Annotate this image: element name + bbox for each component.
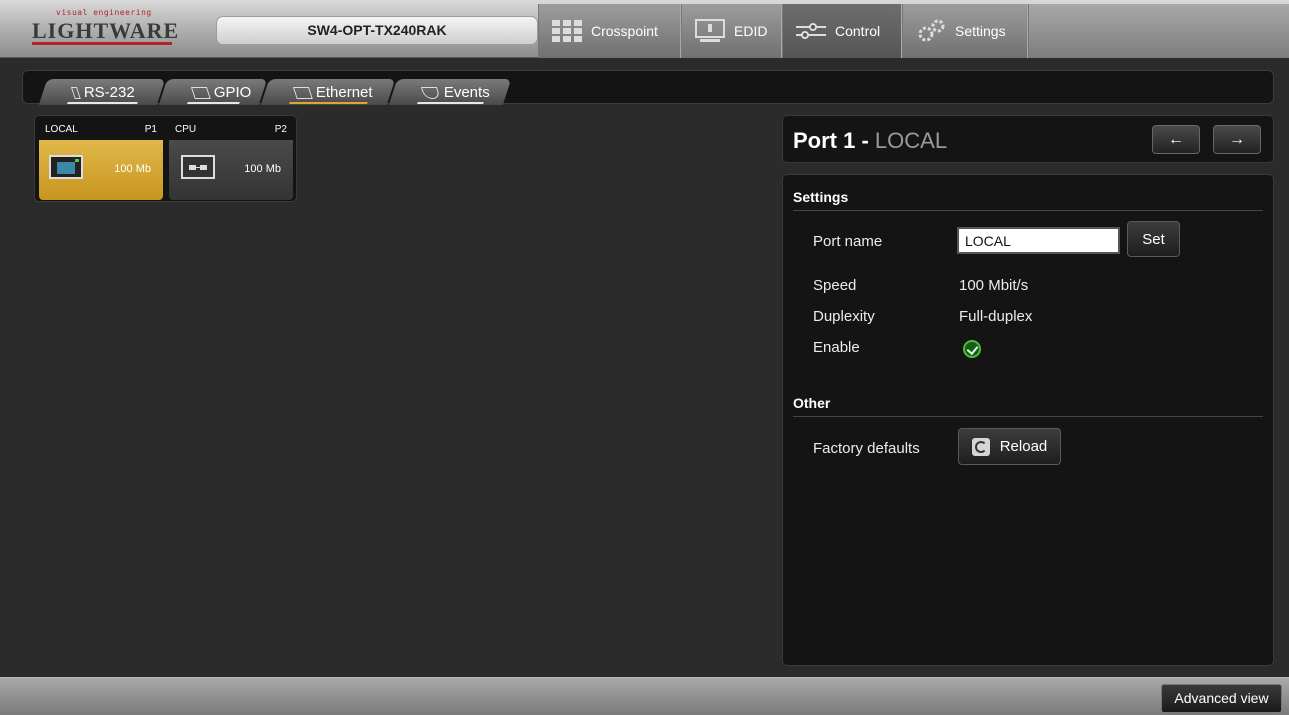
- port-name: LOCAL: [45, 124, 78, 135]
- events-icon: [421, 86, 441, 98]
- port-speed: 100 Mb: [244, 163, 281, 175]
- subtab-ethernet-label: Ethernet: [316, 83, 373, 101]
- previous-port-button[interactable]: ←: [1152, 125, 1200, 154]
- sliders-icon: [795, 19, 827, 43]
- port-name: CPU: [175, 124, 197, 135]
- port-body: 100 Mb: [39, 140, 163, 200]
- port-detail-panel: Settings Port name Set Speed 100 Mbit/s …: [782, 174, 1274, 666]
- title-separator: -: [855, 128, 875, 153]
- subtab-underline: [187, 102, 240, 104]
- subtab-rs232-label: RS-232: [84, 83, 135, 101]
- subtab-ethernet[interactable]: Ethernet: [260, 79, 396, 105]
- enable-label: Enable: [813, 339, 860, 356]
- device-name: SW4-OPT-TX240RAK: [216, 16, 538, 45]
- port-name-input[interactable]: [957, 227, 1120, 254]
- tab-settings-label: Settings: [955, 23, 1006, 39]
- tab-edid[interactable]: EDID: [681, 4, 782, 58]
- subtab-events-label: Events: [444, 83, 490, 101]
- logo-tagline: visual engineering: [56, 8, 152, 17]
- next-port-button[interactable]: →: [1213, 125, 1261, 154]
- bottom-bar: Advanced view: [0, 677, 1289, 715]
- settings-section-header: Settings: [793, 189, 1263, 211]
- gpio-connector-icon: [191, 86, 211, 98]
- port-id: P2: [274, 124, 287, 135]
- subtab-underline-active: [289, 102, 368, 104]
- advanced-view-button[interactable]: Advanced view: [1161, 684, 1282, 713]
- subtab-gpio[interactable]: GPIO: [158, 79, 268, 105]
- duplexity-value: Full-duplex: [959, 308, 1033, 325]
- tab-settings[interactable]: Settings: [902, 4, 1028, 58]
- reload-icon: [971, 437, 990, 456]
- arrow-right-icon: →: [1229, 131, 1245, 148]
- crosspoint-grid-icon: [551, 19, 583, 43]
- subtab-rs232[interactable]: RS-232: [38, 79, 166, 105]
- set-button[interactable]: Set: [1127, 221, 1180, 257]
- tab-control[interactable]: Control: [782, 4, 902, 58]
- tab-bar-filler: [1028, 4, 1289, 58]
- control-subtab-bar: RS-232 GPIO Ethernet Events: [22, 70, 1274, 105]
- arrow-left-icon: ←: [1168, 131, 1184, 148]
- port-name-label: Port name: [813, 233, 883, 250]
- reload-button-label: Reload: [999, 438, 1048, 455]
- port-body: 100 Mb: [169, 140, 293, 200]
- port-detail-title: Port 1 - LOCAL ← →: [782, 115, 1274, 163]
- tab-control-label: Control: [835, 23, 881, 39]
- port-header: CPU P2: [169, 120, 293, 140]
- tab-crosspoint-label: Crosspoint: [591, 23, 658, 39]
- logo-text: LIGHTWARE: [32, 18, 180, 43]
- set-button-label: Set: [1142, 230, 1165, 248]
- gears-icon: [915, 19, 947, 43]
- monitor-icon: [694, 19, 726, 43]
- port-tile-local[interactable]: LOCAL P1 100 Mb: [39, 120, 163, 200]
- enable-checkbox[interactable]: [963, 340, 981, 358]
- internal-link-icon: [181, 155, 215, 179]
- port-tile-cpu[interactable]: CPU P2 100 Mb: [169, 120, 293, 200]
- port-speed: 100 Mb: [114, 163, 151, 175]
- subtab-underline: [417, 102, 484, 104]
- tab-crosspoint[interactable]: Crosspoint: [538, 4, 681, 58]
- port-header: LOCAL P1: [39, 120, 163, 140]
- subtab-events[interactable]: Events: [388, 79, 512, 105]
- tab-edid-label: EDID: [734, 23, 768, 39]
- subtab-underline: [67, 102, 138, 104]
- top-bar: visual engineering LIGHTWARE SW4-OPT-TX2…: [0, 0, 1289, 58]
- speed-value: 100 Mbit/s: [959, 277, 1029, 294]
- logo-underline: [32, 42, 172, 45]
- port-name-title: LOCAL: [874, 128, 948, 153]
- port-list: LOCAL P1 100 Mb CPU P2 100 Mb: [34, 115, 297, 202]
- port-id: P1: [144, 124, 157, 135]
- lightware-logo: visual engineering LIGHTWARE: [22, 8, 178, 46]
- factory-defaults-label: Factory defaults: [813, 440, 920, 457]
- other-section-header: Other: [793, 395, 1263, 417]
- port-number-title: Port 1: [793, 128, 856, 153]
- rj45-port-icon: [49, 155, 83, 179]
- subtab-gpio-label: GPIO: [214, 83, 252, 101]
- ethernet-icon: [293, 86, 313, 98]
- reload-button[interactable]: Reload: [958, 428, 1061, 465]
- speed-label: Speed: [813, 277, 857, 294]
- serial-port-icon: [71, 86, 81, 98]
- duplexity-label: Duplexity: [813, 308, 875, 325]
